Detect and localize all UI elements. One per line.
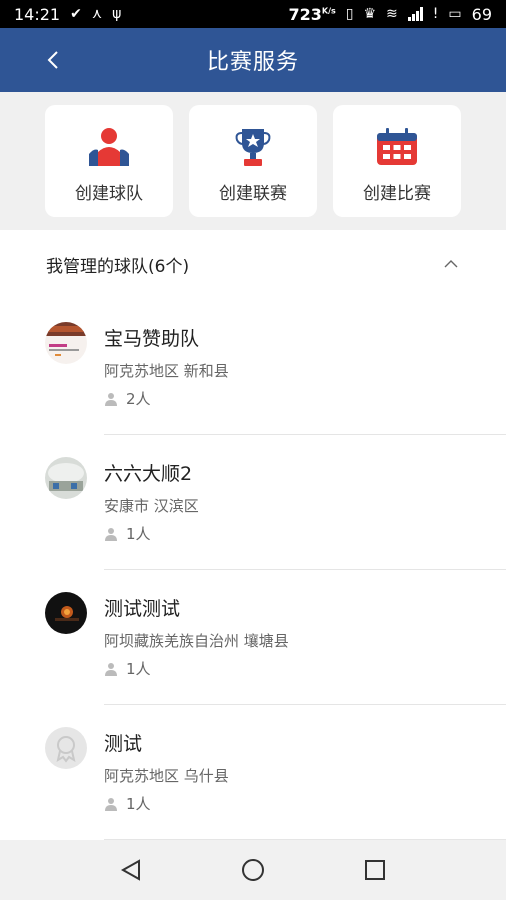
triangle-back-icon <box>120 859 140 881</box>
square-recents-icon <box>365 860 385 880</box>
team-row[interactable]: 测试 阿克苏地区 乌什县 1人 <box>0 705 506 840</box>
battery-level: 69 <box>471 4 492 24</box>
wifi-icon: ≋ <box>386 6 398 22</box>
team-location: 安康市 汉滨区 <box>104 497 199 515</box>
team-avatar <box>45 727 87 769</box>
status-bar: 14:21 ✔ ⋏ ψ 723K/s ▯ ♛ ≋ ! ▭ 69 <box>0 0 506 28</box>
create-team-label: 创建球队 <box>75 184 143 204</box>
create-team-button[interactable]: 创建球队 <box>45 105 173 217</box>
section-header[interactable]: 我管理的球队(6个) <box>0 230 506 298</box>
team-name: 测试 <box>104 733 143 755</box>
check-circle-icon: ✔ <box>70 6 82 22</box>
team-location: 阿坝藏族羌族自治州 壤塘县 <box>104 632 289 650</box>
team-location: 阿克苏地区 乌什县 <box>104 767 229 785</box>
share-icon: ⋏ <box>91 6 103 22</box>
team-row[interactable]: 宝马赞助队 阿克苏地区 新和县 2人 <box>0 300 506 435</box>
create-league-button[interactable]: 创建联赛 <box>189 105 317 217</box>
person-icon <box>105 392 117 406</box>
member-count: 1人 <box>104 523 151 544</box>
member-count: 1人 <box>104 793 151 814</box>
back-button[interactable] <box>38 42 68 78</box>
vibrate-icon: ▯ <box>345 6 354 22</box>
status-time: 14:21 <box>14 4 61 24</box>
create-match-label: 创建比赛 <box>363 184 431 204</box>
nav-recents-button[interactable] <box>353 848 397 892</box>
member-count: 2人 <box>104 388 151 409</box>
app-header: 比赛服务 <box>0 28 506 92</box>
team-avatar <box>45 592 87 634</box>
crown-icon: ♛ <box>363 6 377 22</box>
trophy-icon <box>228 125 278 169</box>
create-league-label: 创建联赛 <box>219 184 287 204</box>
managed-teams-section: 我管理的球队(6个) 宝马赞助队 阿克苏地区 新和县 2人 六六大顺2 安康市 … <box>0 230 506 840</box>
nav-back-button[interactable] <box>109 848 153 892</box>
team-avatar <box>45 457 87 499</box>
create-match-button[interactable]: 创建比赛 <box>333 105 461 217</box>
team-row[interactable]: 测试测试 阿坝藏族羌族自治州 壤塘县 1人 <box>0 570 506 705</box>
calendar-icon <box>372 125 422 169</box>
net-speed: 723K/s <box>288 4 336 24</box>
back-chevron-icon <box>47 51 58 69</box>
system-nav-bar <box>0 840 506 900</box>
page-title: 比赛服务 <box>206 50 299 75</box>
team-icon <box>84 125 134 169</box>
chevron-up-icon[interactable] <box>442 258 460 270</box>
member-count: 1人 <box>104 658 151 679</box>
alert-icon: ! <box>432 6 439 22</box>
person-icon <box>105 662 117 676</box>
battery-icon: ▭ <box>448 6 462 22</box>
team-name: 六六大顺2 <box>104 463 193 485</box>
action-cards: 创建球队 创建联赛 创建比赛 <box>0 92 506 230</box>
circle-home-icon <box>242 859 264 881</box>
signal-icon <box>407 7 423 21</box>
person-icon <box>105 527 117 541</box>
team-name: 测试测试 <box>104 598 181 620</box>
nav-home-button[interactable] <box>231 848 275 892</box>
team-row[interactable]: 六六大顺2 安康市 汉滨区 1人 <box>0 435 506 570</box>
person-icon <box>105 797 117 811</box>
usb-icon: ψ <box>112 6 122 22</box>
team-location: 阿克苏地区 新和县 <box>104 362 229 380</box>
team-name: 宝马赞助队 <box>104 328 200 350</box>
section-title: 我管理的球队(6个) <box>46 256 190 277</box>
team-avatar <box>45 322 87 364</box>
